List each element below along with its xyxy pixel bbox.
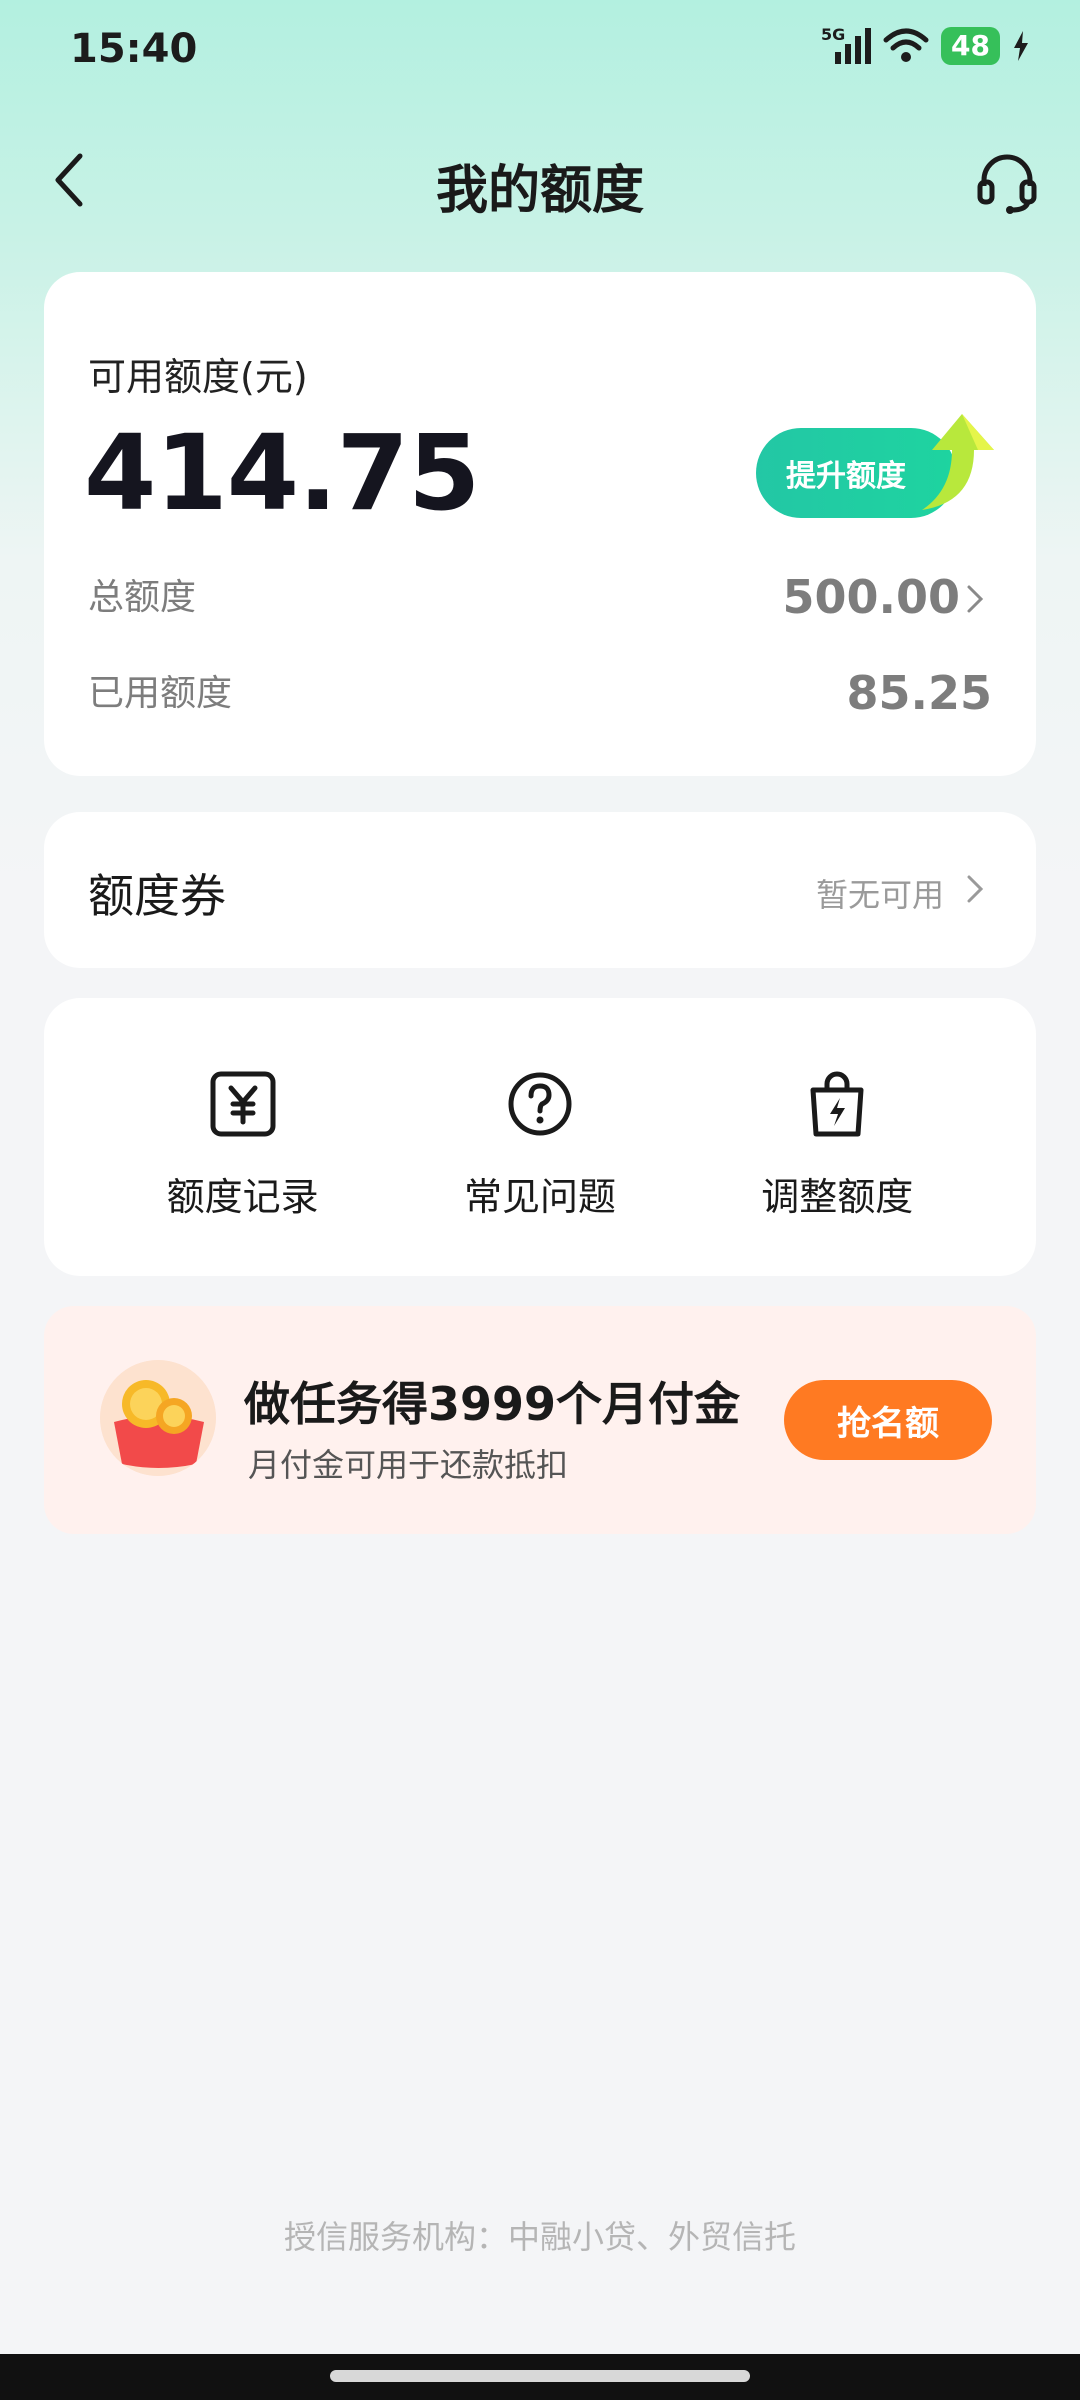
total-credit-label: 总额度 [88, 577, 197, 618]
network-type: 5G [821, 26, 845, 44]
customer-service-button[interactable] [972, 148, 1042, 218]
chevron-right-icon [967, 585, 984, 613]
status-bar: 15:40 5G 48 [0, 0, 1080, 100]
home-indicator[interactable] [330, 2370, 750, 2382]
nav-bar: 我的额度 [0, 130, 1080, 230]
promo-subtitle: 月付金可用于还款抵扣 [248, 1446, 569, 1484]
cellular-signal-icon: 5G [821, 26, 872, 64]
status-icons: 5G 48 [821, 26, 1030, 66]
wifi-icon [883, 28, 929, 62]
question-circle-icon [508, 1072, 572, 1136]
credit-coupon-row[interactable]: 额度券 暂无可用 [44, 812, 1036, 968]
headset-icon [977, 154, 1037, 214]
credit-summary-card: 可用额度(元) 414.75 提升额度 总额度 500.00 已用额度 85.2… [44, 272, 1036, 776]
page-title: 我的额度 [435, 161, 644, 221]
yuan-record-icon [210, 1071, 276, 1137]
raise-credit-label: 提升额度 [786, 459, 906, 494]
tools-card: 额度记录 常见问题 调整额度 [44, 998, 1036, 1276]
tool-label: 额度记录 [166, 1175, 319, 1219]
status-time: 15:40 [70, 26, 198, 72]
tool-adjust-credit[interactable]: 调整额度 [717, 1068, 957, 1276]
bag-bolt-icon [810, 1071, 864, 1137]
total-credit-value[interactable]: 500.00 [782, 570, 960, 624]
available-credit-value: 414.75 [84, 412, 480, 534]
used-credit-value: 85.25 [846, 666, 992, 720]
promo-title: 做任务得3999个月付金 [244, 1377, 741, 1431]
tool-credit-record[interactable]: 额度记录 [123, 1068, 363, 1276]
coupon-label: 额度券 [88, 869, 226, 923]
coin-gift-icon [100, 1360, 216, 1476]
tool-label: 调整额度 [761, 1175, 914, 1219]
battery-level: 48 [941, 27, 1000, 65]
used-credit-label: 已用额度 [88, 673, 233, 714]
up-arrow-icon [922, 414, 994, 510]
grab-spot-button[interactable]: 抢名额 [784, 1380, 992, 1460]
chevron-right-icon [967, 875, 984, 903]
coupon-status: 暂无可用 [815, 876, 944, 914]
tool-faq[interactable]: 常见问题 [420, 1068, 660, 1276]
available-credit-label: 可用额度(元) [88, 355, 308, 399]
footer-institution-text: 授信服务机构：中融小贷、外贸信托 [283, 2218, 796, 2256]
charging-icon [1014, 31, 1028, 61]
promo-banner[interactable]: 做任务得3999个月付金 月付金可用于还款抵扣 抢名额 [44, 1306, 1036, 1534]
tool-label: 常见问题 [463, 1175, 616, 1219]
